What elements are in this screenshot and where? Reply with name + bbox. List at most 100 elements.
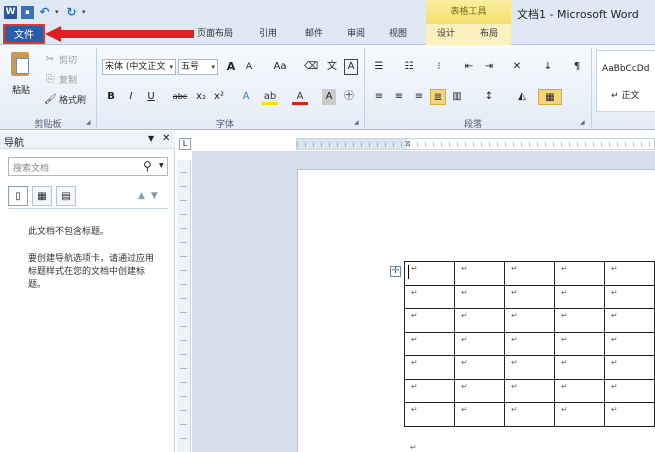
table-cell[interactable]: ↵ — [504, 402, 555, 427]
enclose-char-icon[interactable]: ㊉ — [342, 89, 356, 105]
table-cell[interactable]: ↵ — [504, 261, 555, 286]
table-cell[interactable]: ↵ — [604, 261, 655, 286]
format-painter-button[interactable]: 🖌 格式刷 — [44, 93, 86, 106]
customize-qat-icon[interactable]: ▾ — [82, 8, 88, 16]
table-cell[interactable]: ↵ — [454, 331, 505, 356]
copy-button[interactable]: ⎘ 复制 — [44, 73, 77, 86]
tab-layout[interactable]: 布局 — [480, 27, 498, 41]
table-cell[interactable]: ↵ — [554, 331, 605, 356]
table-cell[interactable]: ↵ — [504, 378, 555, 403]
document-page[interactable]: ✛ ↵ ↵ ↵ ↵ ↵ ↵ ↵ ↵ ↵ ↵ ↵ ↵ ↵ ↵ ↵ ↵ ↵ ↵ ↵ ↵ ↵ ↵ ↵ ↵ ↵ ↵ ↵ ↵ ↵ ↵ ↵ ↵ ↵ ↵ ↵ ↵ — [297, 169, 655, 452]
highlight-icon[interactable]: ab — [262, 89, 278, 105]
table-cell[interactable]: ↵ — [604, 331, 655, 356]
show-marks-icon[interactable]: ¶ — [570, 59, 584, 75]
paste-label[interactable]: 粘贴 — [12, 83, 30, 96]
clipboard-dialog-launcher-icon[interactable]: ◢ — [86, 119, 91, 126]
document-table[interactable]: ↵ ↵ ↵ ↵ ↵ ↵ ↵ ↵ ↵ ↵ ↵ ↵ ↵ ↵ ↵ ↵ ↵ ↵ ↵ ↵ ↵ ↵ ↵ ↵ ↵ ↵ ↵ ↵ ↵ ↵ ↵ ↵ ↵ ↵ ↵ — [404, 261, 655, 427]
horizontal-ruler[interactable]: ⧖ — [296, 138, 655, 150]
table-cell[interactable]: ↵ — [404, 261, 455, 286]
table-cell[interactable]: ↵ — [454, 284, 505, 309]
table-cell[interactable]: ↵ — [404, 284, 455, 309]
bold-button[interactable]: B — [104, 89, 118, 105]
align-center-icon[interactable]: ≡ — [392, 89, 406, 105]
font-name-combo[interactable]: 宋体 (中文正文 ▾ — [102, 59, 176, 75]
table-cell[interactable]: ↵ — [454, 402, 505, 427]
char-shading-icon[interactable]: A — [322, 89, 336, 105]
results-view-icon[interactable]: ▤ — [56, 186, 76, 206]
table-cell[interactable]: ↵ — [604, 355, 655, 380]
table-cell[interactable]: ↵ — [554, 378, 605, 403]
table-cell[interactable]: ↵ — [404, 402, 455, 427]
line-spacing-icon[interactable]: ↕ — [480, 89, 498, 105]
table-cell[interactable]: ↵ — [454, 378, 505, 403]
file-tab[interactable]: 文件 — [3, 24, 45, 44]
table-cell[interactable]: ↵ — [454, 308, 505, 333]
table-cell[interactable]: ↵ — [554, 402, 605, 427]
table-cell[interactable]: ↵ — [604, 308, 655, 333]
table-cell[interactable]: ↵ — [554, 261, 605, 286]
table-cell[interactable]: ↵ — [554, 308, 605, 333]
tab-page-layout[interactable]: 页面布局 — [197, 27, 233, 41]
font-color-icon[interactable]: A — [292, 89, 308, 105]
style-normal[interactable]: AaBbCcDd ↵ 正文 — [596, 50, 655, 112]
grow-font-button[interactable]: A — [224, 59, 238, 75]
change-case-button[interactable]: Aa — [270, 59, 290, 75]
table-cell[interactable]: ↵ — [404, 331, 455, 356]
tab-design[interactable]: 设计 — [437, 27, 455, 41]
clear-format-icon[interactable]: ⌫ — [304, 59, 318, 75]
font-dialog-launcher-icon[interactable]: ◢ — [354, 119, 359, 126]
search-icon[interactable]: ⚲ — [143, 159, 152, 173]
tab-mailings[interactable]: 邮件 — [305, 27, 323, 41]
justify-icon[interactable]: ≣ — [430, 89, 446, 105]
decrease-indent-icon[interactable]: ⇤ — [462, 59, 476, 75]
table-cell[interactable]: ↵ — [554, 355, 605, 380]
cut-button[interactable]: ✂ 剪切 — [44, 53, 77, 66]
borders-icon[interactable]: ▦ — [538, 89, 562, 105]
search-input[interactable]: 搜索文档 ⚲ ▼ — [8, 157, 168, 176]
paragraph-dialog-launcher-icon[interactable]: ◢ — [580, 119, 585, 126]
table-cell[interactable]: ↵ — [404, 355, 455, 380]
table-move-handle-icon[interactable]: ✛ — [390, 266, 401, 277]
phonetic-guide-icon[interactable]: 文 — [324, 59, 340, 75]
font-size-combo[interactable]: 五号 ▾ — [178, 59, 218, 75]
prev-next-arrows-icon[interactable]: ▲▼ — [138, 191, 164, 201]
undo-dropdown-icon[interactable]: ▾ — [55, 8, 61, 16]
table-cell[interactable]: ↵ — [504, 308, 555, 333]
bullets-icon[interactable]: ☰ — [370, 59, 388, 75]
tab-review[interactable]: 审阅 — [347, 27, 365, 41]
multilevel-list-icon[interactable]: ⁝ — [430, 59, 448, 75]
align-left-icon[interactable]: ≡ — [372, 89, 386, 105]
sort-icon[interactable]: ↓ — [540, 59, 556, 75]
pane-options-icon[interactable]: ▼ — [148, 134, 154, 143]
italic-button[interactable]: I — [124, 89, 138, 105]
distributed-icon[interactable]: ▥ — [450, 89, 464, 105]
shrink-font-button[interactable]: A — [242, 59, 256, 75]
table-cell[interactable]: ↵ — [554, 284, 605, 309]
tab-view[interactable]: 视图 — [389, 27, 407, 41]
char-border-icon[interactable]: A — [344, 59, 358, 75]
superscript-button[interactable]: x² — [212, 89, 226, 105]
headings-view-icon[interactable]: ▯ — [8, 186, 28, 206]
table-cell[interactable]: ↵ — [604, 378, 655, 403]
underline-button[interactable]: U — [144, 89, 158, 105]
tab-selector-icon[interactable]: L — [179, 138, 191, 150]
align-right-icon[interactable]: ≡ — [412, 89, 426, 105]
table-cell[interactable]: ↵ — [504, 355, 555, 380]
shading-icon[interactable]: ◭ — [512, 89, 532, 105]
word-logo-icon[interactable]: W — [4, 5, 17, 19]
strikethrough-button[interactable]: abc — [170, 89, 190, 105]
close-icon[interactable]: ✕ — [162, 133, 170, 144]
increase-indent-icon[interactable]: ⇥ — [482, 59, 496, 75]
subscript-button[interactable]: x₂ — [194, 89, 208, 105]
paste-button[interactable] — [8, 50, 34, 80]
tab-references[interactable]: 引用 — [259, 27, 277, 41]
chinese-layout-icon[interactable]: ✕ — [508, 59, 526, 75]
text-effects-icon[interactable]: A — [238, 89, 254, 105]
table-cell[interactable]: ↵ — [504, 284, 555, 309]
table-cell[interactable]: ↵ — [404, 308, 455, 333]
table-cell[interactable]: ↵ — [454, 261, 505, 286]
save-icon[interactable]: ▪ — [21, 5, 34, 19]
chevron-down-icon[interactable]: ▼ — [159, 162, 164, 169]
redo-icon[interactable]: ↻ — [65, 5, 78, 19]
table-cell[interactable]: ↵ — [454, 355, 505, 380]
